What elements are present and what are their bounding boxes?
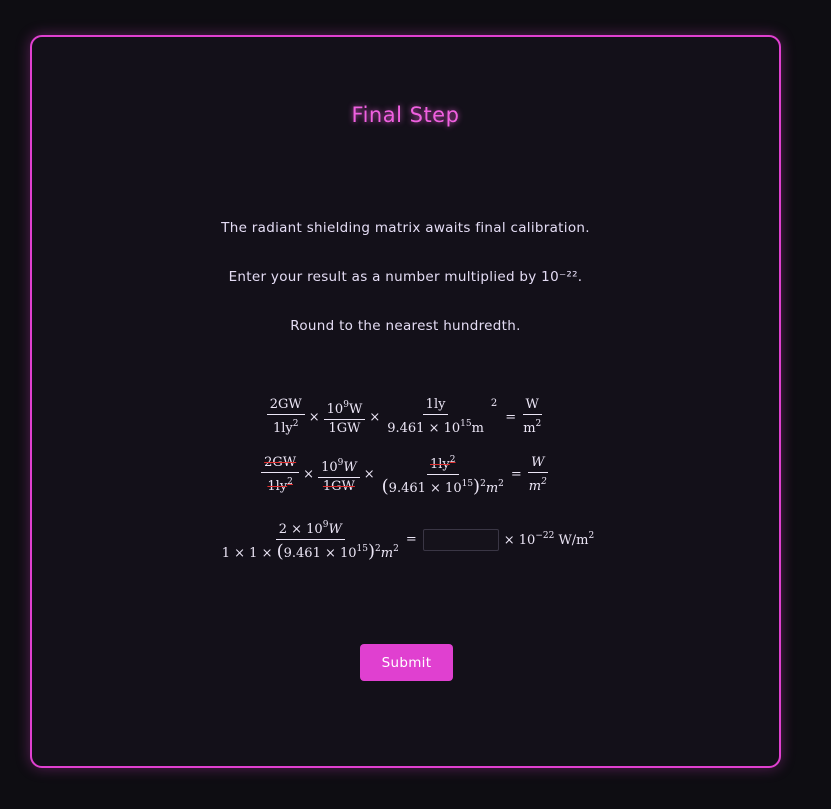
fraction-numerator: 109W [318,455,360,478]
fraction-denominator: m2 [523,419,542,436]
times-operator: × [369,409,381,425]
equation-cancellation: 2GW 1ly2 × 109W 1GW × 1ly2 (9.461 × 1015… [32,452,779,497]
fraction-result-unit: W m2 [526,455,550,495]
fraction-power-per-area: 2GW 1ly2 [266,397,305,437]
fraction-numerator: 109W [323,397,366,420]
final-step-card: Final Step The radiant shielding matrix … [30,35,781,768]
fraction-lightyear-conversion: 1ly 9.461 × 1015m [384,397,487,437]
fraction-numerator: W [522,397,542,415]
fraction-numerator: 1ly [422,397,449,415]
fraction-denominator: m2 [528,476,547,494]
equation-setup: 2GW 1ly2 × 109W 1GW × 1ly 9.461 × 1015m … [32,397,779,437]
fraction-lightyear-conversion: 1ly2 (9.461 × 1015)2m2 [379,452,507,497]
instruction-rounding: Round to the nearest hundredth. [290,318,521,334]
times-operator: × [308,409,320,425]
equation-final: 2 × 109W 1 × 1 × (9.461 × 1015)2m2 = × 1… [32,517,779,562]
fraction-denominator: 9.461 × 1015m [387,419,484,436]
equals-operator: = [510,467,522,482]
fraction-denominator: 1ly2 [267,476,293,494]
fraction-denominator: 1 × 1 × (9.461 × 1015)2m2 [221,541,399,562]
times-operator: × [303,467,315,482]
equals-operator: = [405,532,417,547]
fraction-numerator: 2GW [266,397,305,415]
times-operator: × [363,467,375,482]
fraction-numerator: 1ly2 [427,452,459,475]
fraction-denominator: 1ly2 [272,419,299,436]
fraction-final-expression: 2 × 109W 1 × 1 × (9.461 × 1015)2m2 [219,517,402,562]
submit-button[interactable]: Submit [360,644,453,681]
fraction-gigawatt-conversion: 109W 1GW [318,455,360,495]
fraction-numerator: 2 × 109W [275,517,345,540]
fraction-power-per-area: 2GW 1ly2 [261,455,300,495]
page-title: Final Step [351,103,460,127]
equals-operator: = [505,409,517,425]
fraction-numerator: 2GW [261,455,300,473]
fraction-gigawatt-conversion: 109W 1GW [323,397,366,437]
fraction-denominator: 1GW [328,421,361,436]
fraction-result-unit: W m2 [520,397,544,437]
fraction-numerator: W [528,455,548,473]
instruction-format: Enter your result as a number multiplied… [228,269,583,285]
answer-unit-suffix: × 10−22 W/m2 [503,531,595,548]
fraction-denominator: (9.461 × 1015)2m2 [381,476,504,497]
instruction-calibration: The radiant shielding matrix awaits fina… [221,220,590,236]
fraction-denominator: 1GW [322,478,355,494]
outer-exponent: 2 [490,397,498,409]
answer-input[interactable] [422,528,499,551]
